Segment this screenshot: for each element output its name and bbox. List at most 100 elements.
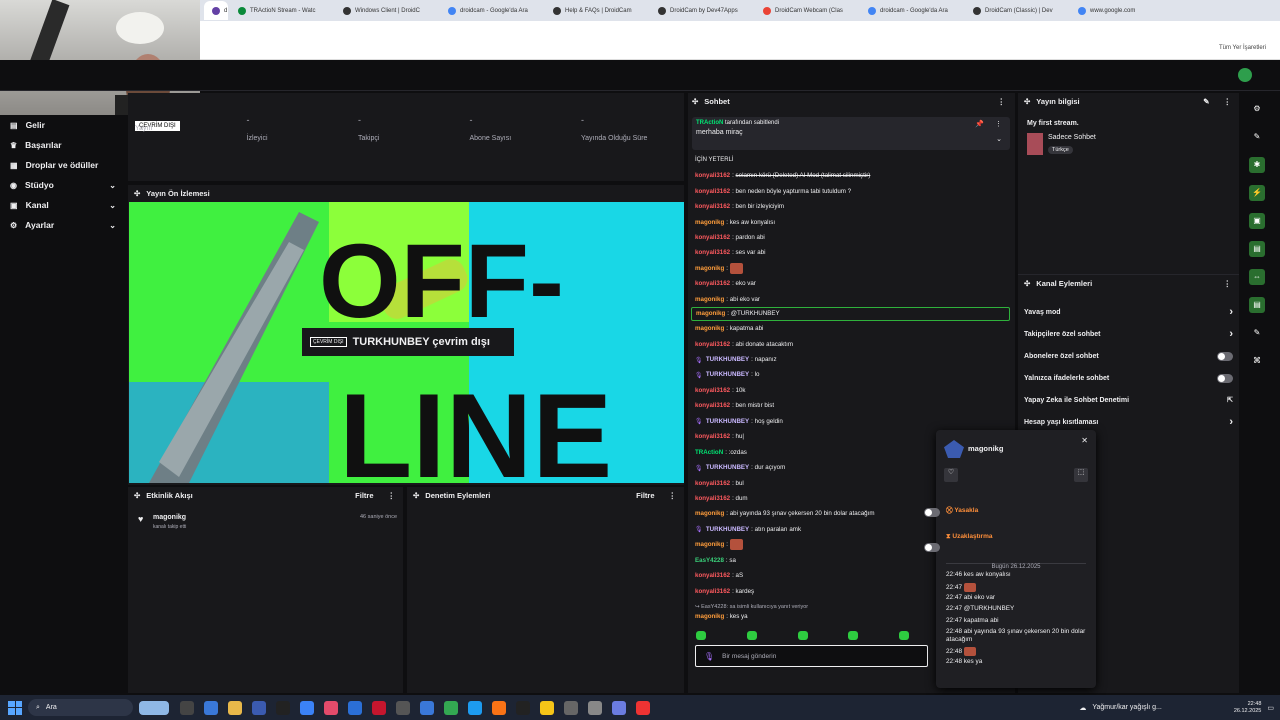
chat-username[interactable]: konyali3162 [695,280,730,287]
chevron-down-icon[interactable]: ⌄ [109,221,116,230]
chat-username[interactable]: konyali3162 [695,480,730,487]
chat-username[interactable]: konyali3162 [695,249,730,256]
file-explorer-icon[interactable] [204,700,218,715]
emote-icon[interactable] [797,631,808,640]
external-link-icon[interactable]: ⇱ [1227,396,1233,404]
emote-icon[interactable] [899,631,910,640]
sidebar-item[interactable]: ◉ Stüdyo ⌄ [0,175,128,195]
chat-username[interactable]: konyali3162 [695,495,730,502]
lightning-icon[interactable]: ⚡ [1249,185,1265,201]
chat-username[interactable]: TURKHUNBEY [706,464,749,471]
chat-username[interactable]: konyali3162 [695,172,730,179]
folder-icon[interactable] [228,700,242,715]
notification-icon[interactable]: ▭ [1267,704,1274,712]
app-icon[interactable] [252,700,266,715]
toggle-switch[interactable] [1217,373,1233,383]
channel-action-item[interactable]: Abonelere özel sohbet [1018,345,1239,367]
chat-username[interactable]: magonikg [695,325,724,332]
channel-action-item[interactable]: Yavaş mod › [1018,301,1239,323]
steam-icon[interactable] [468,700,482,715]
chevron-down-icon[interactable]: ⌄ [109,201,116,210]
chrome-icon[interactable] [444,700,458,715]
browser-tab[interactable]: www.google.com [1070,1,1173,20]
gear-icon[interactable] [588,700,602,715]
browser-tab[interactable]: DroidCam (Classic) | Dev [965,1,1068,20]
chat-username[interactable]: TURKHUNBEY [706,356,749,363]
windows-start-icon[interactable] [8,700,22,715]
chat-username[interactable]: EasY4228 [695,557,724,564]
chat-username[interactable]: konyali3162 [695,203,730,210]
mod-filter-button[interactable]: Filtre [636,491,654,500]
sidebar-item[interactable]: ⚙ Ayarlar ⌄ [0,215,128,235]
activity-user[interactable]: magonikg [153,514,186,521]
sidebar-item[interactable]: ♛ Başarılar [0,135,128,155]
chat-username[interactable]: magonikg [695,296,724,303]
sidebar-item[interactable]: ▦ Droplar ve ödüller [0,155,128,175]
opera-icon[interactable] [372,700,386,715]
chat-bubble-icon[interactable]: ▤ [1249,241,1265,257]
chat-username[interactable]: magonikg [695,613,724,620]
browser-tab[interactable]: droidcam - Google'da Ara [440,1,543,20]
media-icon[interactable] [324,700,338,715]
firefox-icon[interactable] [492,700,506,715]
app-icon[interactable] [636,700,650,715]
heart-icon[interactable]: ♡ [944,468,958,482]
chat-username[interactable]: magonikg [695,219,724,226]
wrench-icon[interactable]: ✎ [1249,325,1265,341]
chat-username[interactable]: TURKHUNBEY [706,526,749,533]
pinned-by-user[interactable]: TRActioN [696,120,723,126]
channel-action-item[interactable]: Yapay Zeka ile Sohbet Denetimi ⇱ [1018,389,1239,411]
browser-tab[interactable]: TRActioN Stream - Watc [230,1,333,20]
browser-tab[interactable]: DroidCam by Dev47Apps [650,1,753,20]
chat-input[interactable]: 🎙 Bir mesaj gönderin [695,645,928,667]
user-card-name[interactable]: magonikg [968,444,1003,453]
stream-category[interactable]: Sadece Sohbet [1048,134,1096,141]
activity-filter-button[interactable]: Filtre [355,491,373,500]
chat-username[interactable]: magonikg [696,310,725,317]
browser-tab[interactable]: Windows Client | DroidC [335,1,438,20]
emote-icon[interactable] [746,631,757,640]
weather-text[interactable]: Yağmur/kar yağışlı g... [1092,704,1162,711]
gift-icon[interactable]: ⬚ [1074,468,1088,482]
channel-action-item[interactable]: Takipçilere özel sohbet › [1018,323,1239,345]
chat-username[interactable]: magonikg [695,541,724,548]
pencil-icon[interactable]: ✎ [1249,129,1265,145]
chat-username[interactable]: konyali3162 [695,588,730,595]
chat-username[interactable]: magonikg [695,510,724,517]
app-icon[interactable] [420,700,434,715]
pencil-icon[interactable]: ✎ [1203,97,1209,106]
store-icon[interactable] [348,700,362,715]
chevron-down-icon[interactable]: ⌄ [109,181,116,190]
browser-tab[interactable]: droidcam - Google'da Ara [860,1,963,20]
all-bookmarks-link[interactable]: Tüm Yer İşaretleri [1219,45,1266,51]
app-icon[interactable] [516,700,530,715]
app-icon[interactable] [300,700,314,715]
teams-icon[interactable] [612,700,626,715]
pin-icon[interactable]: 📌 [975,120,984,128]
chat-username[interactable]: magonikg [695,265,724,272]
task-view-icon[interactable] [180,700,194,715]
chat-username[interactable]: konyali3162 [695,572,730,579]
chat-username[interactable]: konyali3162 [695,188,730,195]
browser-tab[interactable]: d [204,1,228,20]
trash-icon[interactable]: ▣ [1249,213,1265,229]
clock[interactable]: 22:48 26.12.2025 [1234,701,1262,715]
app-icon[interactable] [396,700,410,715]
chat-username[interactable]: konyali3162 [695,234,730,241]
sidebar-item[interactable]: ▤ Gelir [0,115,128,135]
more-icon[interactable]: ⋮ [669,491,677,500]
more-icon[interactable]: ⋮ [1224,97,1232,106]
chat-username[interactable]: TURKHUNBEY [706,418,749,425]
more-icon[interactable]: ⋮ [388,491,396,500]
chevron-right-icon[interactable]: › [1229,416,1233,428]
browser-tab[interactable]: DroidCam Webcam (Clas [755,1,858,20]
more-icon[interactable]: ⋮ [998,97,1006,106]
app-icon[interactable] [276,700,290,715]
clipboard-icon[interactable]: ▤ [1249,297,1265,313]
chevron-down-icon[interactable]: ⌄ [996,135,1002,143]
browser-tab[interactable]: Help & FAQs | DroidCam [545,1,648,20]
timeout-toggle[interactable] [924,543,940,552]
chevron-right-icon[interactable]: › [1229,328,1233,340]
chat-username[interactable]: konyali3162 [695,402,730,409]
channel-action-item[interactable]: Yalnızca ifadelerle sohbet [1018,367,1239,389]
